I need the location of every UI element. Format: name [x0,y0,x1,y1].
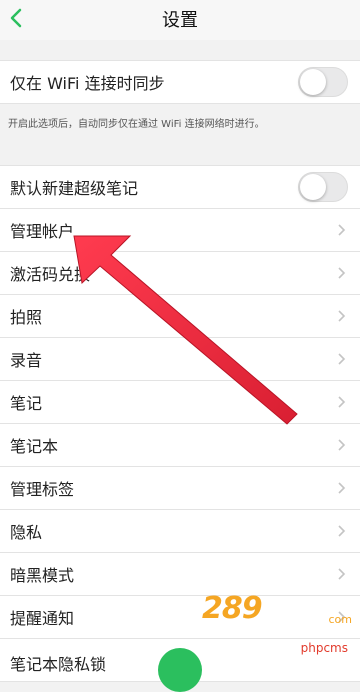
wifi-sync-toggle[interactable] [298,67,348,97]
page-title: 设置 [162,10,198,31]
settings-item-camera[interactable]: 拍照 [0,295,360,338]
settings-item-label: 暗黑模式 [10,566,75,585]
top-bar: 设置 [0,0,360,40]
settings-item-label: 提醒通知 [10,609,75,628]
default-super-note-toggle[interactable] [298,172,348,202]
chevron-right-icon [338,439,346,451]
chevron-right-icon [338,353,346,365]
toggle-knob [300,174,326,200]
chevron-right-icon [338,224,346,236]
settings-item-label: 笔记本 [10,437,59,456]
settings-item-label: 激活码兑换 [10,265,91,284]
chevron-right-icon [338,568,346,580]
settings-item-label: 笔记 [10,394,43,413]
default-super-note-label: 默认新建超级笔记 [10,179,139,198]
watermark-logo: 289 [202,591,263,626]
new-note-button[interactable] [158,648,202,692]
wifi-sync-row[interactable]: 仅在 WiFi 连接时同步 [0,60,360,104]
settings-item-redeem-code[interactable]: 激活码兑换 [0,252,360,295]
settings-item-label: 隐私 [10,523,43,542]
settings-item-recording[interactable]: 录音 [0,338,360,381]
chevron-right-icon [338,396,346,408]
watermark-text: phpcms [300,641,348,655]
toggle-knob [300,69,326,95]
settings-item-manage-account[interactable]: 管理帐户 [0,209,360,252]
chevron-right-icon [338,482,346,494]
settings-item-label: 笔记本隐私锁 [10,655,107,674]
watermark: 289 com phpcms [202,585,352,655]
watermark-site: com [328,613,353,626]
chevron-right-icon [338,267,346,279]
chevron-right-icon [338,310,346,322]
default-super-note-row[interactable]: 默认新建超级笔记 [0,165,360,209]
settings-item-notes[interactable]: 笔记 [0,381,360,424]
settings-item-privacy[interactable]: 隐私 [0,510,360,553]
settings-item-label: 管理帐户 [10,222,75,241]
wifi-sync-label: 仅在 WiFi 连接时同步 [10,74,165,93]
settings-item-label: 管理标签 [10,480,75,499]
settings-item-label: 录音 [10,351,43,370]
settings-item-notebooks[interactable]: 笔记本 [0,424,360,467]
settings-item-manage-tags[interactable]: 管理标签 [0,467,360,510]
wifi-sync-hint: 开启此选项后，自动同步仅在通过 WiFi 连接网络时进行。 [8,119,265,130]
settings-item-label: 拍照 [10,308,43,327]
chevron-right-icon [338,525,346,537]
